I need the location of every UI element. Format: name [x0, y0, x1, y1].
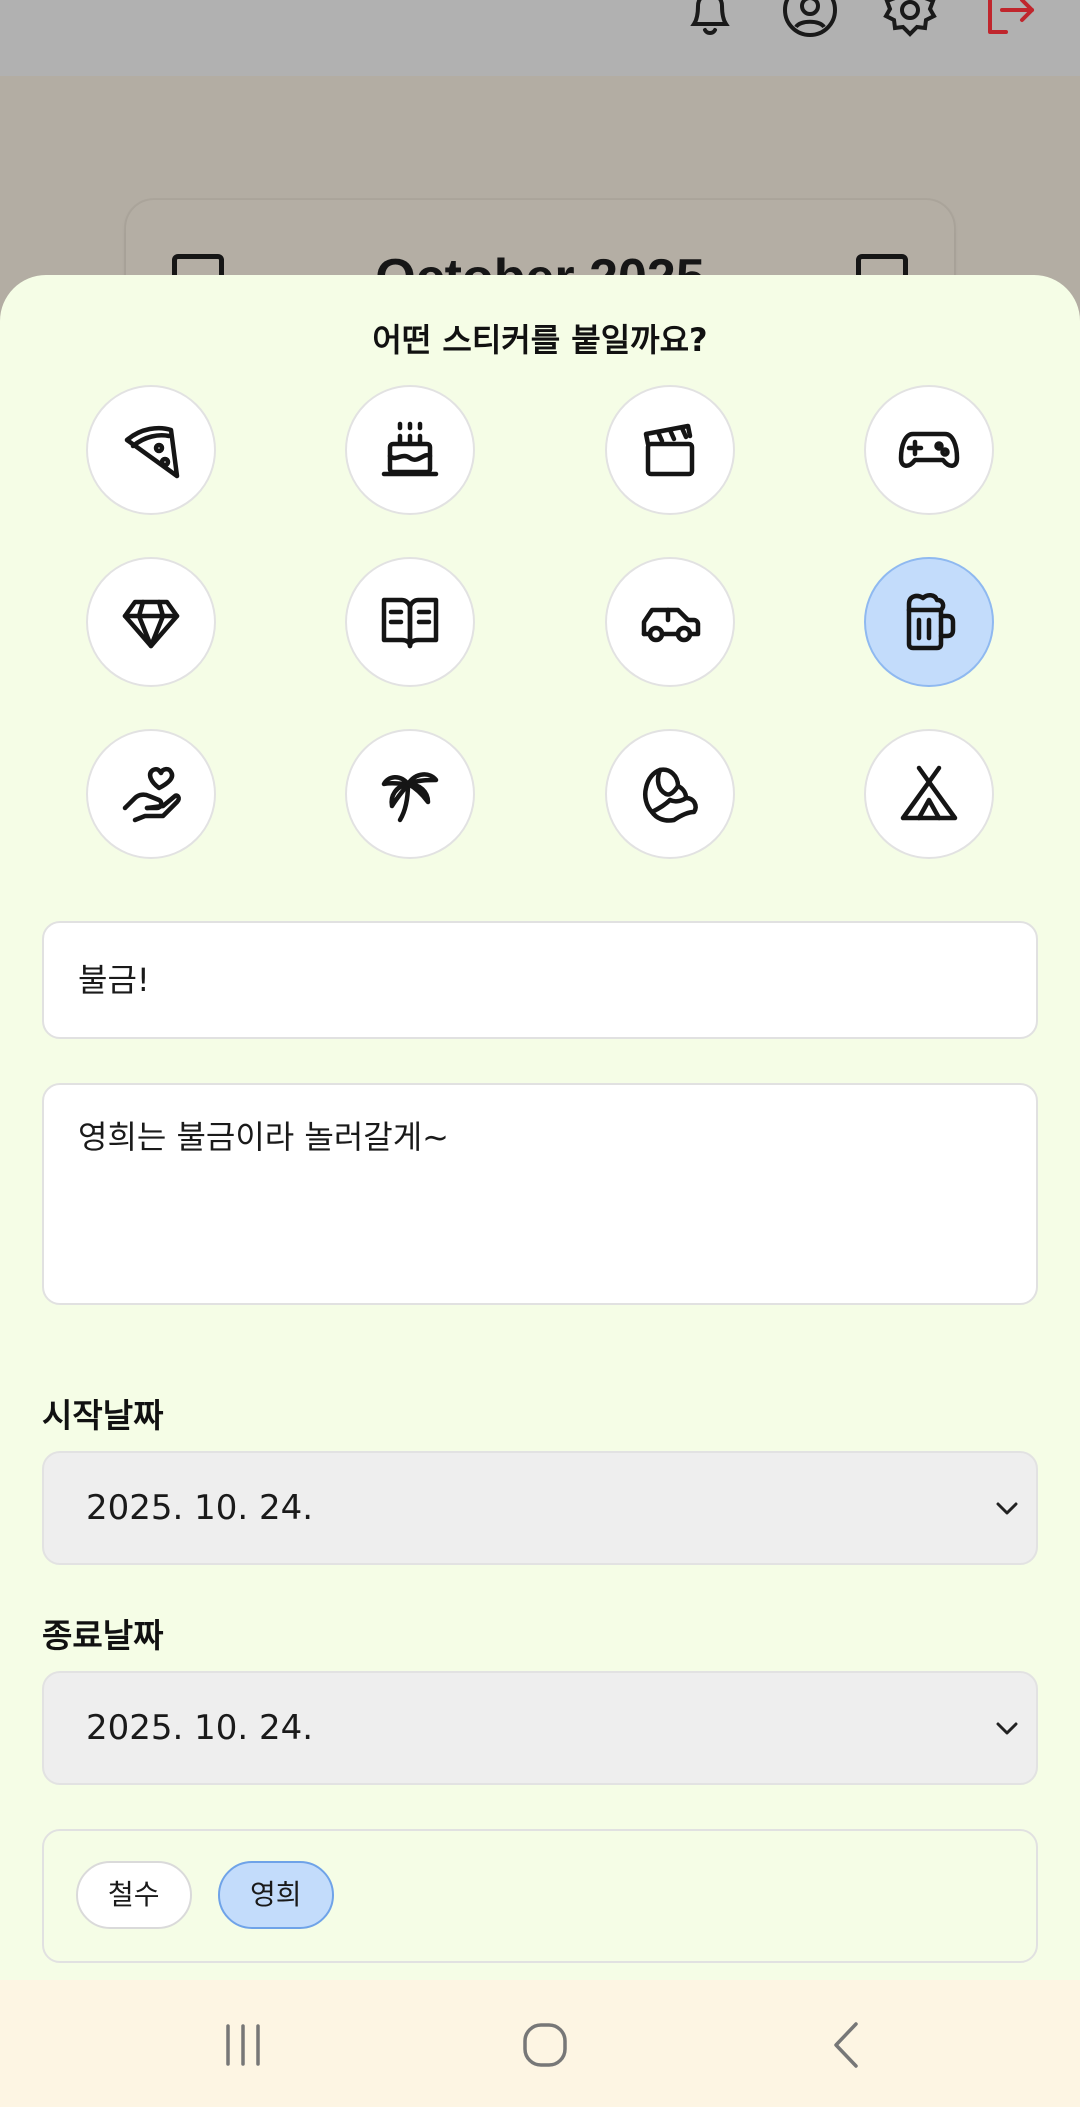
- palm-tree-icon: [381, 772, 439, 823]
- diamond-icon: [122, 599, 180, 649]
- top-bar: [0, 0, 1080, 76]
- beer-mug-icon: [906, 593, 956, 651]
- title-input[interactable]: 불금!: [42, 921, 1038, 1039]
- people-selector: 철수 영희: [42, 1829, 1038, 1963]
- end-date-select[interactable]: 2025. 10. 24.: [42, 1671, 1038, 1785]
- start-date-select[interactable]: 2025. 10. 24.: [42, 1451, 1038, 1565]
- back-button[interactable]: [802, 2000, 892, 2090]
- sticker-open-book[interactable]: [345, 557, 475, 687]
- home-button[interactable]: [500, 2000, 590, 2090]
- recent-apps-button[interactable]: [198, 2000, 288, 2090]
- gamepad-icon: [898, 431, 960, 468]
- person-chip-selected[interactable]: 영희: [218, 1861, 334, 1929]
- open-book-icon: [381, 597, 439, 649]
- sticker-hand-heart[interactable]: [86, 729, 216, 859]
- tent-icon: [900, 765, 958, 821]
- sticker-bottom-sheet: 어떤 스티커를 붙일까요? 불금! 영희는 불금이라 놀러갈게~ 시작날짜 20…: [0, 275, 1080, 1980]
- car-icon: [641, 607, 701, 643]
- birthday-cake-icon: [381, 421, 439, 477]
- clapperboard-icon: [643, 423, 695, 477]
- sticker-gamepad[interactable]: [864, 385, 994, 515]
- gear-icon[interactable]: [880, 0, 940, 40]
- system-nav-bar: [0, 1980, 1080, 2107]
- pizza-icon: [124, 425, 180, 479]
- memo-textarea[interactable]: 영희는 불금이라 놀러갈게~: [42, 1083, 1038, 1305]
- home-icon: [523, 2023, 567, 2067]
- person-chip[interactable]: 철수: [76, 1861, 192, 1929]
- sticker-pizza[interactable]: [86, 385, 216, 515]
- end-date-label: 종료날짜: [42, 1616, 164, 1655]
- sticker-croissant[interactable]: [605, 729, 735, 859]
- logout-icon[interactable]: [980, 0, 1040, 40]
- sticker-birthday-cake[interactable]: [345, 385, 475, 515]
- start-date-value: 2025. 10. 24.: [86, 1488, 314, 1528]
- chevron-down-icon: [996, 1502, 1018, 1515]
- croissant-icon: [643, 767, 698, 823]
- user-circle-icon[interactable]: [780, 0, 840, 40]
- end-date-value: 2025. 10. 24.: [86, 1708, 314, 1748]
- bell-icon[interactable]: [680, 0, 740, 40]
- sticker-tent[interactable]: [864, 729, 994, 859]
- sticker-clapperboard[interactable]: [605, 385, 735, 515]
- sticker-diamond[interactable]: [86, 557, 216, 687]
- back-icon: [834, 2022, 858, 2068]
- sticker-car[interactable]: [605, 557, 735, 687]
- sticker-beer-mug[interactable]: [864, 557, 994, 687]
- start-date-label: 시작날짜: [42, 1396, 164, 1435]
- hand-heart-icon: [122, 766, 181, 823]
- sheet-title: 어떤 스티커를 붙일까요?: [372, 321, 708, 359]
- sticker-palm-tree[interactable]: [345, 729, 475, 859]
- recent-apps-icon: [226, 2024, 260, 2066]
- chevron-down-icon: [996, 1722, 1018, 1735]
